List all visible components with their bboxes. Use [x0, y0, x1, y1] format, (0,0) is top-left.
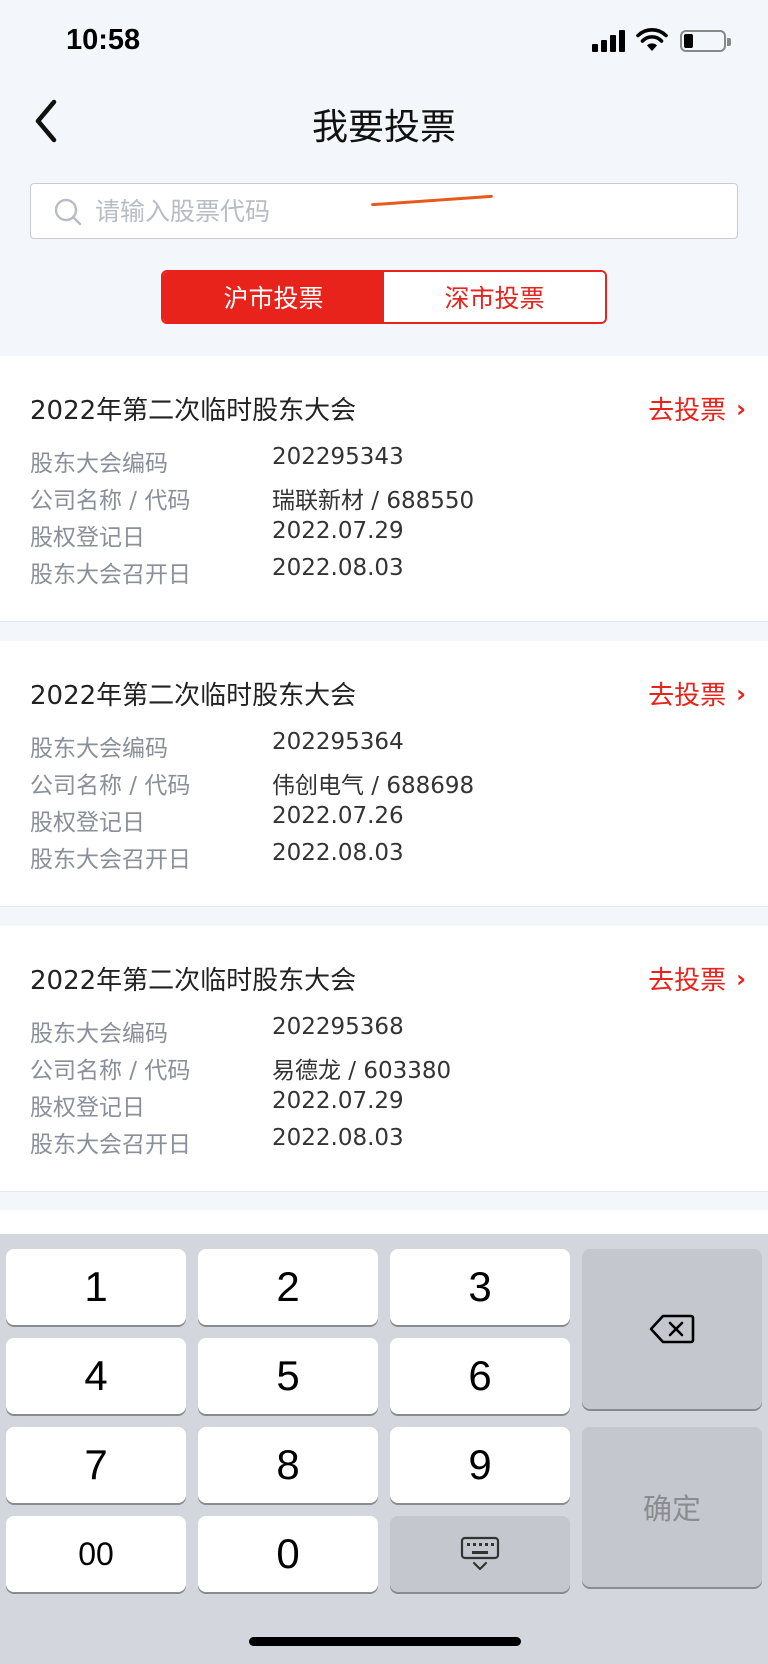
info-value: 202295364 — [272, 729, 404, 755]
key-00[interactable]: 00 — [6, 1516, 186, 1592]
info-value: 202295343 — [272, 444, 404, 470]
search-icon — [54, 198, 82, 226]
info-value: 易德龙 / 603380 — [272, 1058, 452, 1084]
meeting-title: 2022年第二次临时股东大会 — [30, 966, 357, 996]
market-tabs: 沪市投票 深市投票 — [161, 270, 607, 324]
key-9[interactable]: 9 — [390, 1427, 570, 1503]
wifi-icon — [636, 28, 668, 51]
key-0[interactable]: 0 — [198, 1516, 378, 1592]
info-value: 2022.08.03 — [272, 840, 404, 866]
delete-key[interactable] — [582, 1249, 762, 1409]
info-value: 2022.07.29 — [272, 1088, 404, 1114]
meeting-card: 2022年第二次临时股东大会 去投票 › 股东大会编码 202295364 公司… — [0, 641, 768, 907]
key-3[interactable]: 3 — [390, 1249, 570, 1325]
info-label: 公司名称 / 代码 — [30, 1058, 191, 1084]
numeric-keyboard: 1 2 3 4 5 6 7 8 9 确定 00 0 — [0, 1234, 768, 1664]
tab-shanghai[interactable]: 沪市投票 — [163, 272, 384, 322]
go-vote-button[interactable]: 去投票 › — [648, 675, 746, 712]
info-value: 2022.08.03 — [272, 1125, 404, 1151]
status-time: 10:58 — [66, 24, 141, 56]
meeting-card: 2022年第二次临时股东大会 去投票 › 股东大会编码 202295368 公司… — [0, 926, 768, 1192]
page-title: 我要投票 — [311, 107, 456, 148]
chevron-right-icon: › — [736, 964, 746, 993]
search-box[interactable] — [30, 183, 738, 239]
info-value: 202295368 — [272, 1014, 404, 1040]
go-vote-label: 去投票 — [648, 681, 727, 711]
search-input[interactable] — [95, 190, 715, 232]
info-label: 股东大会召开日 — [30, 847, 191, 873]
go-vote-button[interactable]: 去投票 › — [648, 390, 746, 427]
info-label: 股东大会编码 — [30, 451, 168, 477]
info-label: 公司名称 / 代码 — [30, 488, 191, 514]
home-indicator — [249, 1637, 521, 1646]
chevron-right-icon: › — [736, 679, 746, 708]
meeting-card: 2022年第二次临时股东大会 去投票 › 股东大会编码 202295343 公司… — [0, 356, 768, 622]
meeting-title: 2022年第二次临时股东大会 — [30, 681, 357, 711]
confirm-key[interactable]: 确定 — [582, 1427, 762, 1587]
info-value: 瑞联新材 / 688550 — [272, 488, 475, 514]
info-label: 股东大会召开日 — [30, 562, 191, 588]
key-4[interactable]: 4 — [6, 1338, 186, 1414]
info-label: 公司名称 / 代码 — [30, 773, 191, 799]
info-label: 股权登记日 — [30, 810, 145, 836]
go-vote-button[interactable]: 去投票 › — [648, 960, 746, 997]
info-value: 2022.07.29 — [272, 518, 404, 544]
go-vote-label: 去投票 — [648, 396, 727, 426]
hide-keyboard-key[interactable] — [390, 1516, 570, 1592]
info-value: 伟创电气 / 688698 — [272, 773, 475, 799]
info-label: 股东大会编码 — [30, 1021, 168, 1047]
key-2[interactable]: 2 — [198, 1249, 378, 1325]
battery-icon — [680, 30, 731, 52]
delete-backspace-icon — [649, 1314, 695, 1344]
key-1[interactable]: 1 — [6, 1249, 186, 1325]
info-label: 股权登记日 — [30, 525, 145, 551]
key-5[interactable]: 5 — [198, 1338, 378, 1414]
meeting-card-partial — [0, 1210, 768, 1234]
key-7[interactable]: 7 — [6, 1427, 186, 1503]
info-value: 2022.08.03 — [272, 555, 404, 581]
cellular-signal-icon — [592, 30, 626, 52]
go-vote-label: 去投票 — [648, 966, 727, 996]
meeting-title: 2022年第二次临时股东大会 — [30, 396, 357, 426]
info-value: 2022.07.26 — [272, 803, 404, 829]
info-label: 股权登记日 — [30, 1095, 145, 1121]
info-label: 股东大会召开日 — [30, 1132, 191, 1158]
status-bar: 10:58 — [0, 0, 768, 84]
chevron-right-icon: › — [736, 394, 746, 423]
keyboard-hide-icon — [460, 1536, 500, 1571]
key-8[interactable]: 8 — [198, 1427, 378, 1503]
tab-shenzhen[interactable]: 深市投票 — [384, 272, 605, 322]
info-label: 股东大会编码 — [30, 736, 168, 762]
key-6[interactable]: 6 — [390, 1338, 570, 1414]
